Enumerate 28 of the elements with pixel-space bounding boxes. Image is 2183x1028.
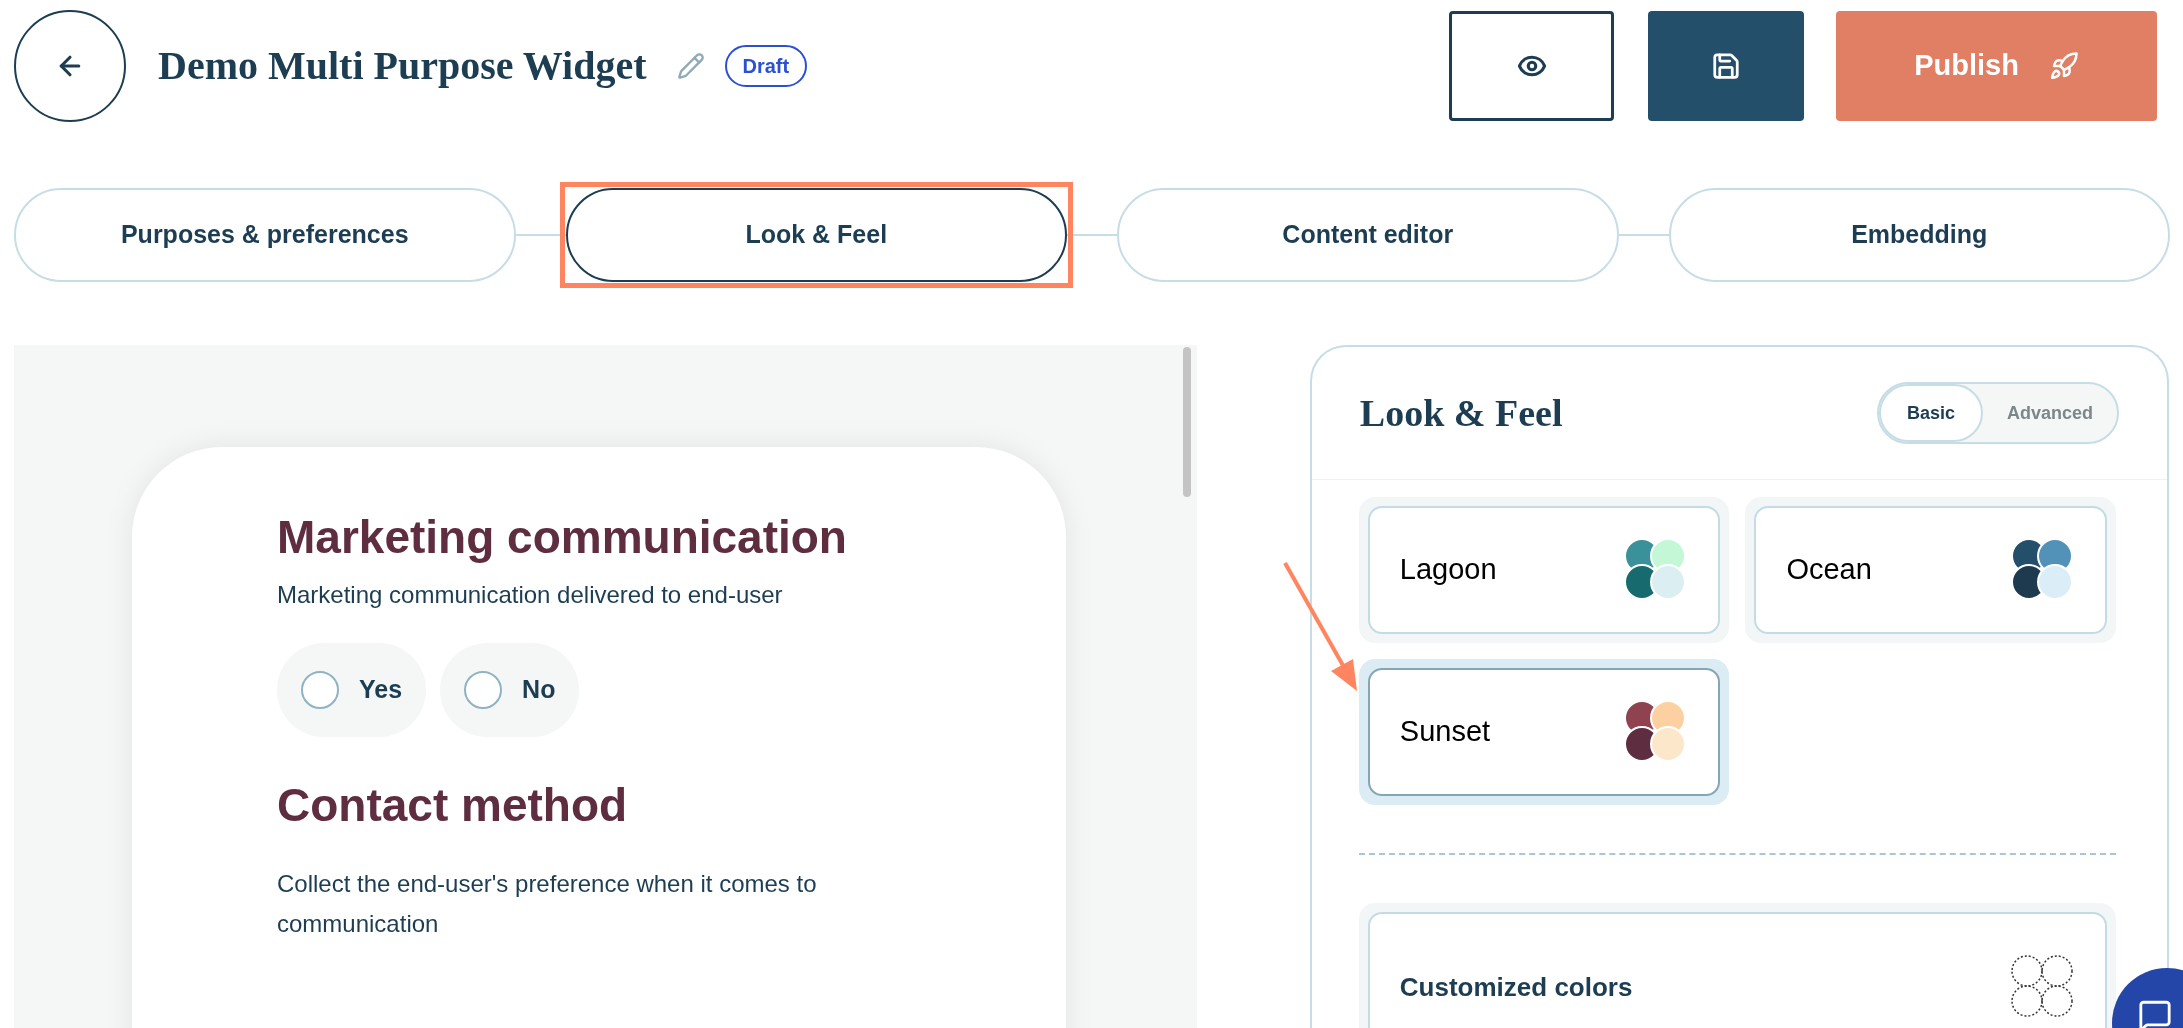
step-tab[interactable]: Content editor — [1117, 188, 1619, 282]
scrollbar-thumb[interactable] — [1182, 347, 1191, 497]
chat-icon — [2138, 998, 2172, 1028]
radio-option[interactable]: Yes — [277, 642, 427, 737]
save-button[interactable] — [1648, 11, 1804, 121]
back-button[interactable] — [14, 10, 126, 122]
theme-name: Lagoon — [1399, 552, 1497, 588]
step-tab[interactable]: Embedding — [1668, 188, 2170, 282]
customized-colors-option[interactable]: Customized colors — [1367, 912, 2107, 1028]
section-heading: Marketing communication — [277, 510, 848, 565]
theme-name: Ocean — [1786, 552, 1872, 588]
theme-option[interactable]: Ocean — [1745, 497, 2116, 643]
radio-option[interactable]: No — [440, 642, 580, 737]
theme-name: Sunset — [1399, 714, 1491, 750]
widget-title: Demo Multi Purpose Widget — [158, 42, 647, 90]
section-description: Marketing communication delivered to end-user — [277, 579, 784, 610]
step-tab[interactable]: Look & Feel — [565, 188, 1067, 282]
rocket-icon — [2048, 51, 2079, 81]
section-heading: Contact method — [277, 777, 629, 833]
step-tab[interactable]: Purposes & preferences — [14, 188, 516, 282]
empty-palette-icon — [2011, 955, 2075, 1019]
status-badge: Draft — [724, 45, 808, 87]
mode-tab[interactable]: Basic — [1878, 384, 1983, 442]
panel-title: Look & Feel — [1359, 390, 1563, 436]
preview-button[interactable] — [1449, 11, 1614, 121]
save-icon — [1711, 51, 1741, 81]
section-description: Collect the end-user's preference when it comes to communication — [277, 869, 818, 939]
theme-option[interactable]: Lagoon — [1358, 497, 1730, 643]
